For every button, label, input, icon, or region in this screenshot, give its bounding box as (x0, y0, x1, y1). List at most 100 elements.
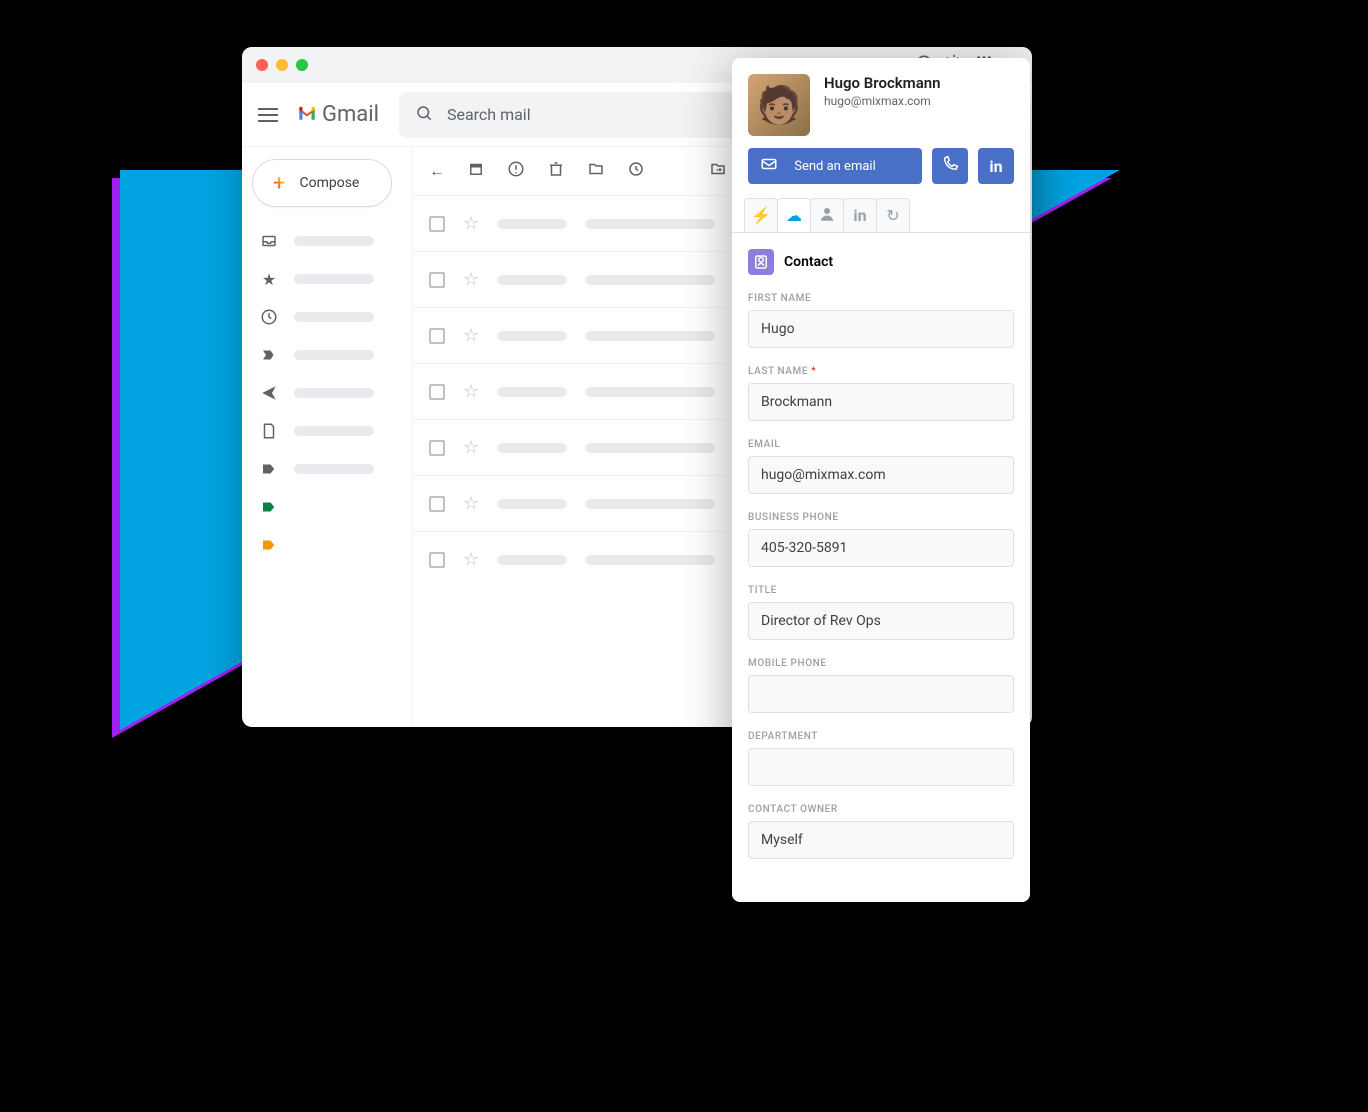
placeholder (585, 555, 715, 565)
snooze-icon[interactable] (627, 160, 645, 182)
phone-button[interactable] (932, 148, 968, 184)
send-email-label: Send an email (794, 159, 876, 174)
star-icon[interactable]: ☆ (463, 213, 479, 234)
sidebar-item-label-green[interactable] (252, 491, 404, 523)
placeholder (585, 499, 715, 509)
inbox-icon (260, 232, 278, 250)
minimize-dot[interactable] (276, 59, 288, 71)
tab-activity[interactable]: ⚡ (744, 198, 778, 232)
placeholder (294, 236, 374, 246)
search-placeholder: Search mail (447, 105, 531, 124)
linkedin-icon: in (853, 206, 866, 225)
star-icon[interactable]: ☆ (463, 269, 479, 290)
checkbox[interactable] (429, 496, 445, 512)
plus-icon: + (273, 171, 285, 196)
placeholder (294, 426, 374, 436)
placeholder (294, 274, 374, 284)
placeholder (497, 275, 567, 285)
checkbox[interactable] (429, 552, 445, 568)
linkedin-button[interactable]: in (978, 148, 1014, 184)
search-icon (415, 104, 433, 126)
placeholder (294, 464, 374, 474)
tab-refresh[interactable]: ↻ (876, 198, 910, 232)
checkbox[interactable] (429, 216, 445, 232)
title-label: TITLE (748, 585, 1014, 596)
send-email-button[interactable]: Send an email (748, 148, 922, 184)
placeholder (585, 219, 715, 229)
contact-actions: Send an email in (732, 148, 1030, 198)
checkbox[interactable] (429, 272, 445, 288)
sidebar-item-label[interactable] (252, 453, 404, 485)
first-name-field[interactable] (748, 310, 1014, 348)
placeholder (497, 443, 567, 453)
archive-icon[interactable] (467, 160, 485, 182)
mobile-phone-field[interactable] (748, 675, 1014, 713)
menu-icon[interactable] (258, 108, 278, 122)
tab-linkedin[interactable]: in (843, 198, 877, 232)
star-icon[interactable]: ☆ (463, 493, 479, 514)
contact-header: 🧑🏽 Hugo Brockmann hugo@mixmax.com (732, 58, 1030, 148)
last-name-field[interactable] (748, 383, 1014, 421)
checkbox[interactable] (429, 328, 445, 344)
important-icon (260, 346, 278, 364)
folder-icon[interactable] (587, 160, 605, 182)
first-name-label: FIRST NAME (748, 293, 1014, 304)
business-phone-label: BUSINESS PHONE (748, 512, 1014, 523)
compose-label: Compose (299, 175, 359, 191)
delete-icon[interactable] (547, 160, 565, 182)
star-icon[interactable]: ☆ (463, 325, 479, 346)
sidebar-item-snoozed[interactable] (252, 301, 404, 333)
label-icon (260, 460, 278, 478)
placeholder (497, 331, 567, 341)
contact-owner-field[interactable] (748, 821, 1014, 859)
move-icon[interactable] (709, 160, 727, 182)
contact-email: hugo@mixmax.com (824, 94, 941, 108)
person-icon (818, 205, 836, 227)
contact-form: Contact FIRST NAME LAST NAME * EMAIL BUS… (732, 233, 1030, 902)
placeholder (585, 443, 715, 453)
close-dot[interactable] (256, 59, 268, 71)
placeholder (497, 499, 567, 509)
back-icon[interactable]: ← (429, 161, 445, 181)
spam-icon[interactable] (507, 160, 525, 182)
gmail-m-icon (298, 101, 316, 129)
tab-person[interactable] (810, 198, 844, 232)
contact-owner-label: CONTACT OWNER (748, 804, 1014, 815)
maximize-dot[interactable] (296, 59, 308, 71)
business-phone-field[interactable] (748, 529, 1014, 567)
placeholder (294, 312, 374, 322)
star-icon[interactable]: ☆ (463, 549, 479, 570)
lightning-icon: ⚡ (751, 206, 771, 225)
checkbox[interactable] (429, 440, 445, 456)
sidebar-item-drafts[interactable] (252, 415, 404, 447)
section-title: Contact (784, 254, 833, 270)
star-icon[interactable]: ☆ (463, 437, 479, 458)
star-icon[interactable]: ☆ (463, 381, 479, 402)
label-icon (260, 498, 278, 516)
phone-icon (941, 155, 959, 177)
last-name-label: LAST NAME * (748, 366, 1014, 377)
drafts-icon (260, 422, 278, 440)
sent-icon (260, 384, 278, 402)
placeholder (497, 219, 567, 229)
sidebar-item-sent[interactable] (252, 377, 404, 409)
checkbox[interactable] (429, 384, 445, 400)
email-field[interactable] (748, 456, 1014, 494)
sidebar-item-important[interactable] (252, 339, 404, 371)
salesforce-icon: ☁ (786, 206, 802, 225)
contact-name: Hugo Brockmann (824, 74, 941, 92)
placeholder (497, 387, 567, 397)
gmail-brand-text: Gmail (322, 102, 379, 127)
refresh-icon: ↻ (886, 206, 899, 225)
department-field[interactable] (748, 748, 1014, 786)
sidebar-item-inbox[interactable] (252, 225, 404, 257)
star-icon: ★ (260, 270, 278, 288)
avatar: 🧑🏽 (748, 74, 810, 136)
title-field[interactable] (748, 602, 1014, 640)
mail-icon (760, 155, 778, 177)
clock-icon (260, 308, 278, 326)
tab-salesforce[interactable]: ☁ (777, 198, 811, 232)
sidebar-item-label-orange[interactable] (252, 529, 404, 561)
compose-button[interactable]: + Compose (252, 159, 392, 207)
sidebar-item-starred[interactable]: ★ (252, 263, 404, 295)
